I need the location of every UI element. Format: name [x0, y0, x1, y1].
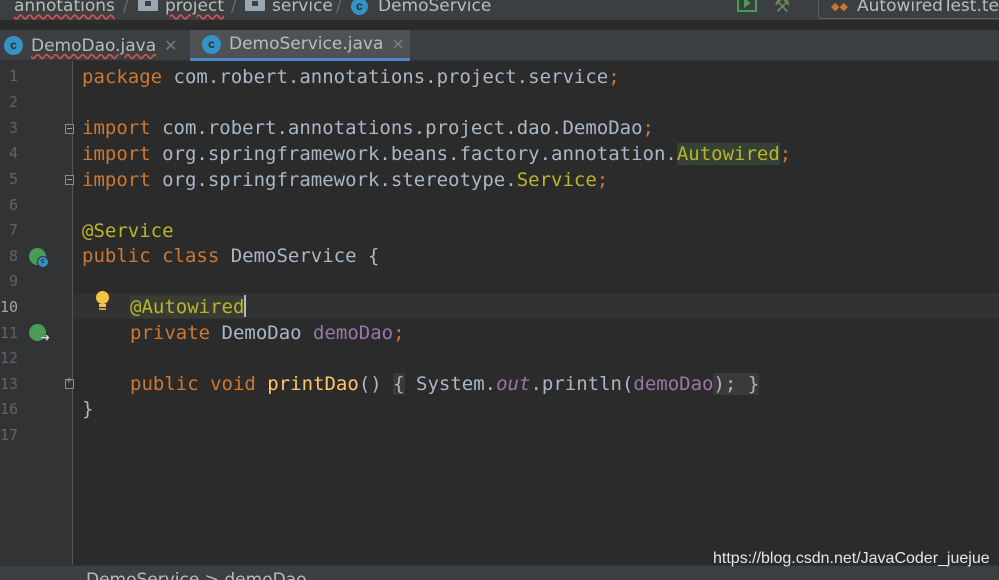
- class-icon: c: [202, 34, 221, 54]
- line-number: 16: [0, 400, 18, 418]
- code-text: org.springframework.stereotype.: [150, 169, 517, 191]
- run-icon[interactable]: [737, 0, 757, 12]
- code-text: (): [358, 373, 394, 395]
- code-text: System.: [404, 373, 497, 395]
- close-icon[interactable]: ✕: [391, 35, 404, 54]
- intention-lightbulb-icon[interactable]: [95, 291, 109, 311]
- keyword: ;: [393, 322, 405, 344]
- line-number: 1: [8, 67, 18, 85]
- folded-brace[interactable]: );: [713, 373, 737, 395]
- navigate-to-bean-icon[interactable]: ➜: [29, 324, 50, 343]
- run-configuration-selector[interactable]: ◆◆ AutowiredTest.te: [818, 0, 999, 19]
- keyword: import: [82, 143, 151, 165]
- breadcrumb-annotations[interactable]: annotations: [14, 0, 115, 16]
- package-folder-icon: [138, 0, 158, 11]
- line-number: 3: [8, 119, 18, 137]
- breadcrumb-separator: /: [123, 0, 129, 16]
- code-text: DemoService {: [219, 245, 380, 267]
- tab-demodao[interactable]: c DemoDao.java ✕: [4, 30, 188, 61]
- close-icon[interactable]: ✕: [164, 36, 177, 55]
- code-line: @Service: [82, 218, 174, 244]
- code-line: private DemoDao demoDao;: [130, 320, 405, 346]
- watermark-text: https://blog.csdn.net/JavaCoder_juejue: [713, 550, 990, 567]
- code-text: .println(: [530, 373, 634, 395]
- editor-gutter: 1 2 3 4 5 6 7 8 9 10 11 12 13 16 17 c ➜: [0, 61, 74, 565]
- breadcrumb-project[interactable]: project: [165, 0, 224, 16]
- tab-label: DemoService.java: [229, 34, 384, 54]
- breadcrumb-separator: /: [336, 0, 342, 16]
- line-number: 6: [8, 196, 18, 214]
- folded-brace[interactable]: }: [736, 373, 760, 395]
- run-configuration-label: AutowiredTest.te: [857, 0, 999, 16]
- implemented-class-icon[interactable]: c: [29, 248, 49, 268]
- test-config-icon: ◆◆: [831, 0, 848, 13]
- annotation: @Autowired: [130, 296, 245, 318]
- breadcrumb-demoservice[interactable]: DemoService: [378, 0, 491, 16]
- keyword: ;: [608, 66, 620, 88]
- annotation: @Service: [82, 220, 174, 242]
- editor-tab-bar: c DemoDao.java ✕ c DemoService.java ✕: [0, 30, 999, 61]
- code-line: public void printDao() { System.out.prin…: [130, 371, 760, 397]
- build-hammer-icon[interactable]: ⚒: [774, 0, 798, 17]
- tab-demoservice[interactable]: c DemoService.java ✕: [190, 30, 410, 61]
- static-field: out: [496, 373, 531, 395]
- keyword: ;: [779, 143, 792, 165]
- code-line: import org.springframework.beans.factory…: [82, 141, 791, 167]
- code-line: }: [82, 396, 93, 422]
- keyword: public void: [130, 373, 256, 395]
- line-number: 10: [0, 298, 18, 316]
- line-number: 2: [8, 93, 18, 111]
- method-name: printDao: [267, 373, 359, 395]
- annotation-class-ref: Autowired: [676, 143, 780, 165]
- code-text: com.robert.annotations.project.dao.DemoD…: [150, 117, 643, 139]
- field-name: demoDao: [313, 322, 394, 344]
- line-number: 11: [0, 324, 18, 342]
- tab-label: DemoDao.java: [31, 35, 157, 56]
- code-text: org.springframework.beans.factory.annota…: [150, 143, 677, 165]
- code-line: @Autowired: [130, 294, 247, 320]
- code-line: public class DemoService {: [82, 243, 379, 269]
- fold-toggle-icon[interactable]: [65, 175, 74, 185]
- code-line: package com.robert.annotations.project.s…: [82, 64, 620, 90]
- code-line: import org.springframework.stereotype.Se…: [82, 167, 608, 193]
- fold-toggle-icon[interactable]: [65, 375, 74, 389]
- line-number: 9: [8, 272, 18, 290]
- class-icon: c: [351, 0, 368, 15]
- package-folder-icon: [245, 0, 265, 11]
- code-text: }: [82, 398, 94, 420]
- keyword: public class: [82, 245, 220, 267]
- field-name: demoDao: [633, 373, 714, 395]
- code-text: com.robert.annotations.project.service: [162, 66, 609, 88]
- line-number: 17: [0, 426, 18, 444]
- line-number: 8: [8, 247, 18, 265]
- text-caret: [244, 295, 247, 317]
- line-number: 13: [0, 375, 18, 393]
- keyword: private: [130, 322, 211, 344]
- breadcrumb-separator: /: [231, 0, 237, 16]
- fold-toggle-icon[interactable]: [65, 124, 74, 134]
- navigation-bar: annotations / project / service / c Demo…: [0, 0, 999, 20]
- line-number: 4: [8, 144, 18, 162]
- keyword: ;: [642, 117, 654, 139]
- keyword: ;: [596, 169, 609, 191]
- code-text: DemoDao: [210, 322, 314, 344]
- annotation-class-ref: Service: [516, 169, 597, 191]
- keyword: package: [82, 66, 163, 88]
- line-number: 5: [8, 170, 18, 188]
- line-number: 7: [8, 221, 18, 239]
- keyword: import: [82, 117, 151, 139]
- class-icon: c: [4, 36, 23, 55]
- keyword: import: [82, 169, 151, 191]
- breadcrumb-service[interactable]: service: [272, 0, 333, 16]
- folded-brace[interactable]: {: [393, 373, 405, 395]
- code-line: import com.robert.annotations.project.da…: [82, 115, 654, 141]
- line-number: 12: [0, 349, 18, 367]
- code-editor[interactable]: 1 2 3 4 5 6 7 8 9 10 11 12 13 16 17 c ➜ …: [0, 61, 999, 565]
